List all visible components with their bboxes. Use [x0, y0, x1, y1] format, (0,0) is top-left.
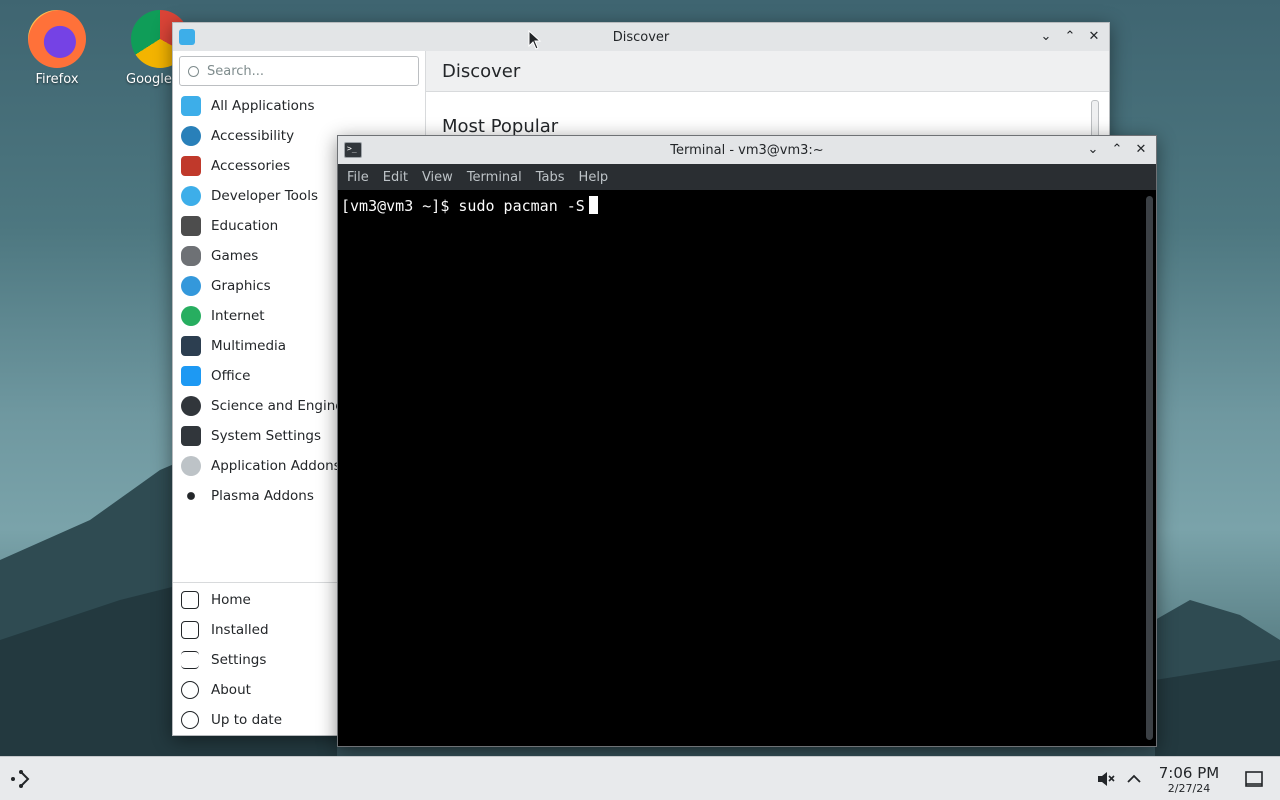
- terminal-output[interactable]: [vm3@vm3 ~]$ sudo pacman -S: [338, 192, 1142, 746]
- chevron-up-icon[interactable]: [1124, 769, 1144, 789]
- maximize-button[interactable]: ⌃: [1061, 27, 1079, 45]
- minimize-button[interactable]: ⌄: [1084, 140, 1102, 158]
- search-input[interactable]: Search...: [179, 56, 419, 86]
- chalkboard-icon: [181, 216, 201, 236]
- info-icon: [181, 681, 199, 699]
- terminal-window: >_ Terminal - vm3@vm3:~ ⌄ ⌃ ✕ File Edit …: [337, 135, 1157, 747]
- menu-file[interactable]: File: [340, 170, 376, 185]
- graphics-icon: [181, 276, 201, 296]
- close-button[interactable]: ✕: [1085, 27, 1103, 45]
- grid-icon: [181, 96, 201, 116]
- show-desktop-icon[interactable]: [1244, 769, 1264, 789]
- terminal-menubar: File Edit View Terminal Tabs Help: [338, 164, 1156, 190]
- shell-prompt: [vm3@vm3 ~]$: [341, 197, 459, 215]
- text-cursor: [588, 196, 598, 214]
- gamepad-icon: [181, 246, 201, 266]
- search-icon: [188, 65, 199, 77]
- clock-time: 7:06 PM: [1158, 764, 1220, 782]
- minimize-button[interactable]: ⌄: [1037, 27, 1055, 45]
- flask-icon: [181, 396, 201, 416]
- page-title: Discover: [442, 61, 521, 82]
- mouse-pointer-icon: [528, 30, 542, 50]
- menu-terminal[interactable]: Terminal: [460, 170, 529, 185]
- office-icon: [181, 366, 201, 386]
- menu-tabs[interactable]: Tabs: [529, 170, 572, 185]
- menu-edit[interactable]: Edit: [376, 170, 415, 185]
- window-title: Discover: [612, 29, 670, 45]
- clock-date: 2/27/24: [1167, 782, 1211, 795]
- addons-icon: [181, 456, 201, 476]
- window-title: Terminal - vm3@vm3:~: [670, 142, 824, 158]
- category-all-applications[interactable]: All Applications: [173, 91, 425, 121]
- hammer-icon: [181, 186, 201, 206]
- discover-titlebar[interactable]: Discover ⌄ ⌃ ✕: [173, 23, 1109, 51]
- terminal-titlebar[interactable]: >_ Terminal - vm3@vm3:~ ⌄ ⌃ ✕: [338, 136, 1156, 164]
- firefox-icon: [28, 10, 86, 68]
- update-icon: [181, 711, 199, 729]
- menu-view[interactable]: View: [415, 170, 460, 185]
- discover-header: Discover: [426, 51, 1109, 92]
- system-settings-icon: [181, 426, 201, 446]
- maximize-button[interactable]: ⌃: [1108, 140, 1126, 158]
- accessibility-icon: [181, 126, 201, 146]
- multimedia-icon: [181, 336, 201, 356]
- desktop-icon-firefox[interactable]: Firefox: [17, 10, 97, 87]
- terminal-scrollbar[interactable]: [1146, 196, 1153, 740]
- command-input: sudo pacman -S: [458, 197, 585, 215]
- plasma-icon: [181, 486, 201, 506]
- installed-icon: [181, 621, 199, 639]
- settings-icon: [181, 651, 199, 669]
- home-icon: [181, 591, 199, 609]
- volume-muted-icon[interactable]: [1095, 769, 1115, 789]
- taskbar: 7:06 PM 2/27/24: [0, 756, 1280, 800]
- menu-help[interactable]: Help: [572, 170, 616, 185]
- globe-icon: [181, 306, 201, 326]
- toolbox-icon: [181, 156, 201, 176]
- close-button[interactable]: ✕: [1132, 140, 1150, 158]
- clock[interactable]: 7:06 PM 2/27/24: [1150, 764, 1228, 795]
- section-title: Most Popular: [442, 116, 559, 137]
- application-launcher-icon[interactable]: [8, 766, 34, 792]
